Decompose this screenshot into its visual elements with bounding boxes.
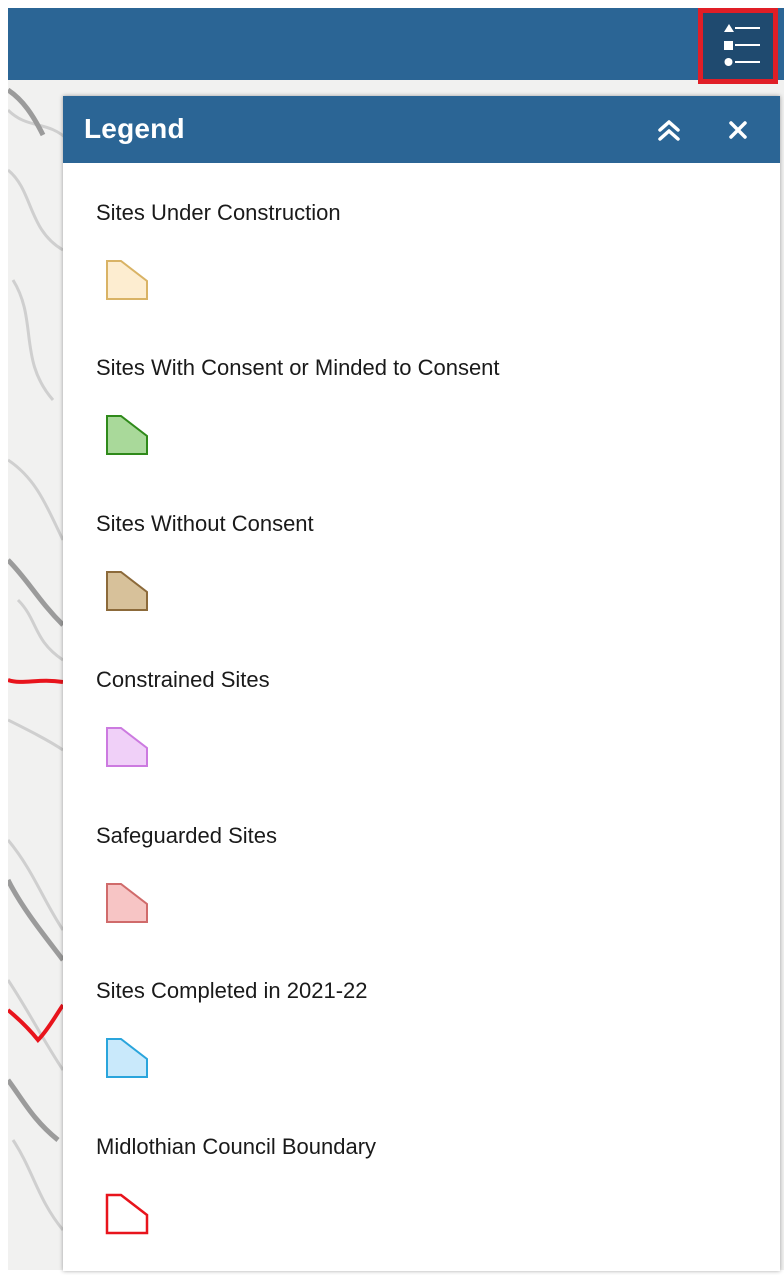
polygon-swatch-icon (106, 260, 148, 300)
polygon-swatch-icon (106, 883, 148, 923)
polygon-swatch-icon (105, 1193, 149, 1235)
legend-item-label: Sites Without Consent (96, 511, 314, 536)
legend-item-with-consent: Sites With Consent or Minded to Consent (96, 354, 756, 455)
legend-list-icon (724, 24, 760, 66)
double-chevron-up-icon (658, 120, 680, 141)
collapse-button[interactable] (654, 115, 684, 145)
polygon-swatch-icon (106, 727, 148, 767)
legend-item-under-construction: Sites Under Construction (96, 199, 756, 300)
legend-panel-header: Legend (63, 96, 780, 163)
legend-item-label: Sites With Consent or Minded to Consent (96, 355, 500, 380)
legend-item-constrained: Constrained Sites (96, 666, 756, 767)
legend-item-without-consent: Sites Without Consent (96, 510, 756, 611)
legend-item-council-boundary: Midlothian Council Boundary (96, 1133, 756, 1235)
legend-item-label: Constrained Sites (96, 667, 270, 692)
legend-title: Legend (84, 113, 185, 144)
polygon-swatch-icon (106, 571, 148, 611)
polygon-swatch-icon (106, 1038, 148, 1078)
legend-item-label: Sites Completed in 2021-22 (96, 978, 368, 1003)
polygon-swatch-icon (106, 415, 148, 455)
legend-item-safeguarded: Safeguarded Sites (96, 822, 756, 923)
app-header (8, 8, 784, 80)
legend-item-label: Safeguarded Sites (96, 823, 278, 848)
legend-item-label: Sites Under Construction (96, 200, 341, 225)
close-button[interactable] (723, 115, 753, 145)
legend-panel: Legend Sites Under Construction Sites Wi… (63, 96, 780, 1271)
legend-toggle-button[interactable] (698, 8, 778, 84)
legend-item-completed: Sites Completed in 2021-22 (96, 977, 756, 1078)
legend-item-label: Midlothian Council Boundary (96, 1134, 377, 1159)
close-icon (729, 121, 747, 139)
